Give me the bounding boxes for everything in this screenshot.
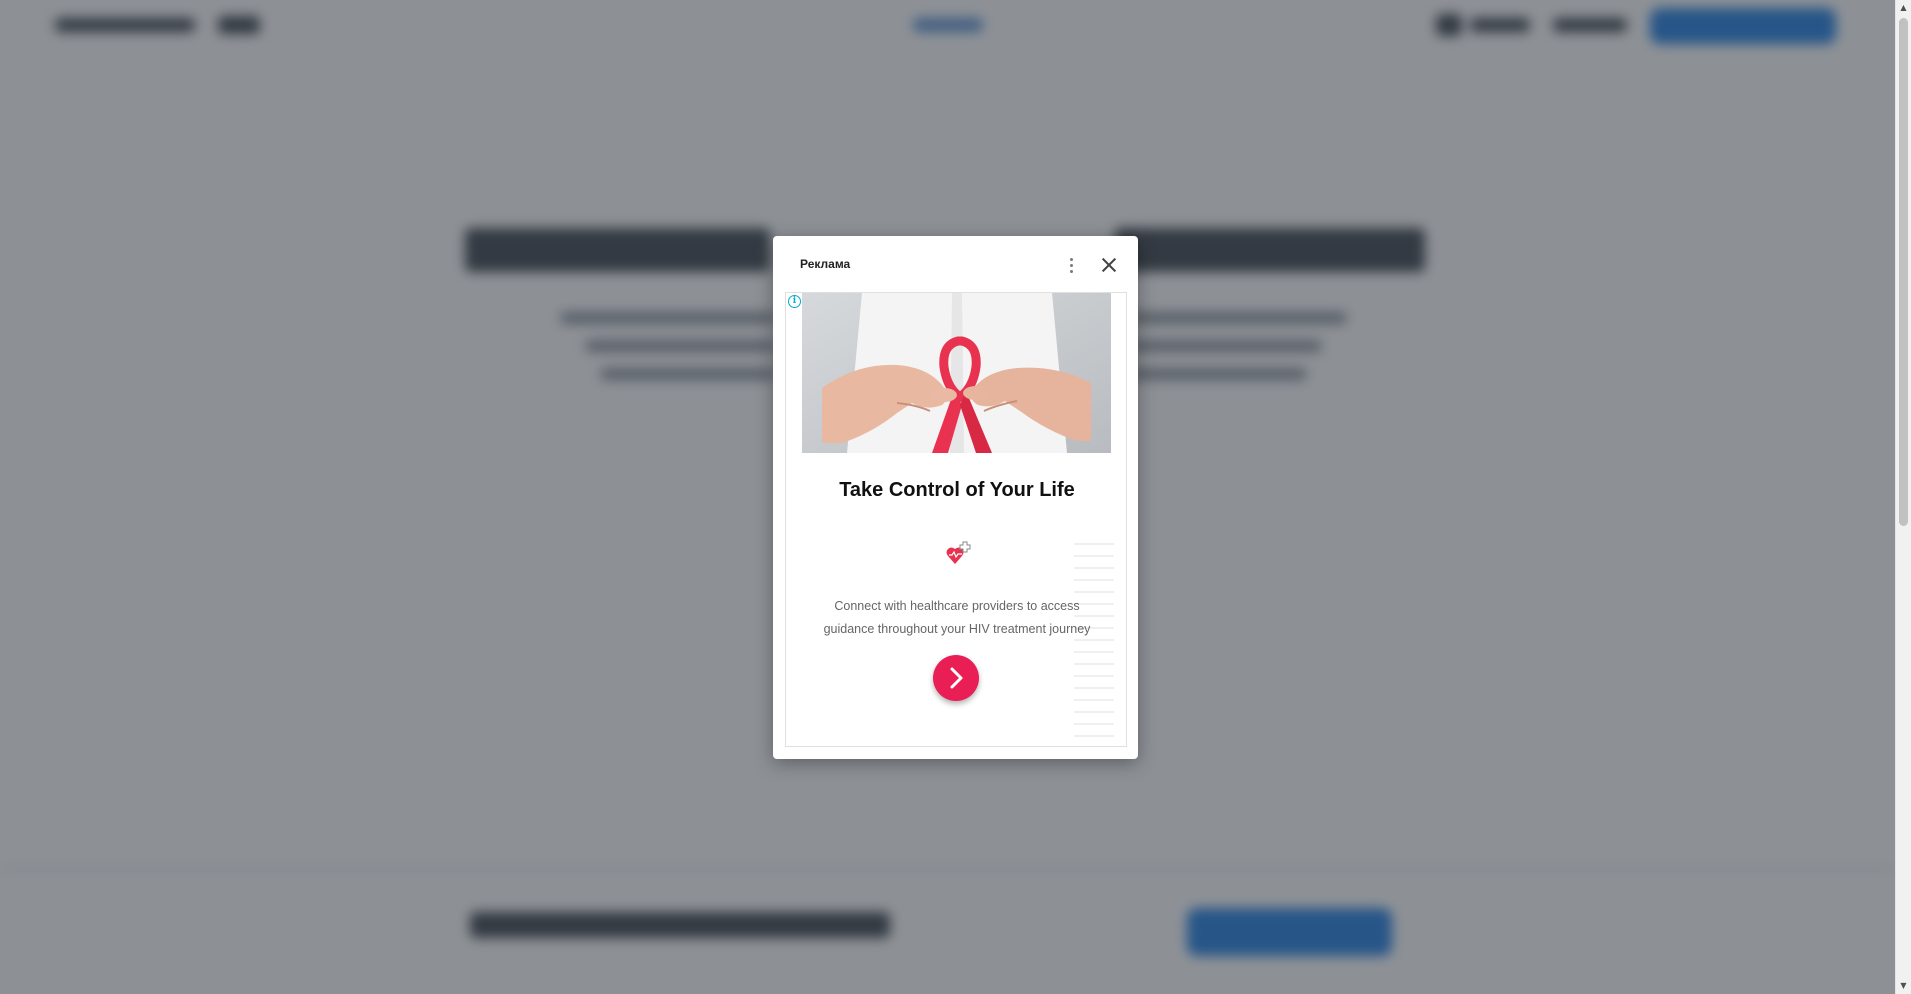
close-icon[interactable] xyxy=(1098,254,1120,276)
vertical-dots-icon[interactable] xyxy=(1064,254,1078,276)
scroll-thumb[interactable] xyxy=(1899,18,1908,526)
ad-modal: Реклама i Take Control of Your Life Conn… xyxy=(773,236,1138,759)
ad-label: Реклама xyxy=(800,257,851,271)
scrollbar[interactable]: ▲ ▼ xyxy=(1895,0,1911,994)
scroll-up-arrow-icon[interactable]: ▲ xyxy=(1896,0,1911,16)
page-root: Реклама i Take Control of Your Life Conn… xyxy=(0,0,1895,994)
ad-image[interactable] xyxy=(802,293,1111,453)
ad-watermark xyxy=(1074,543,1114,743)
ad-creative[interactable]: i Take Control of Your Life Connect with… xyxy=(785,292,1127,747)
ad-headline[interactable]: Take Control of Your Life xyxy=(786,479,1126,502)
chevron-right-icon[interactable] xyxy=(933,655,979,701)
heart-plus-icon xyxy=(946,540,972,566)
scroll-down-arrow-icon[interactable]: ▼ xyxy=(1896,978,1911,994)
info-icon[interactable]: i xyxy=(788,295,801,308)
ad-description: Connect with healthcare providers to acc… xyxy=(823,599,1091,636)
